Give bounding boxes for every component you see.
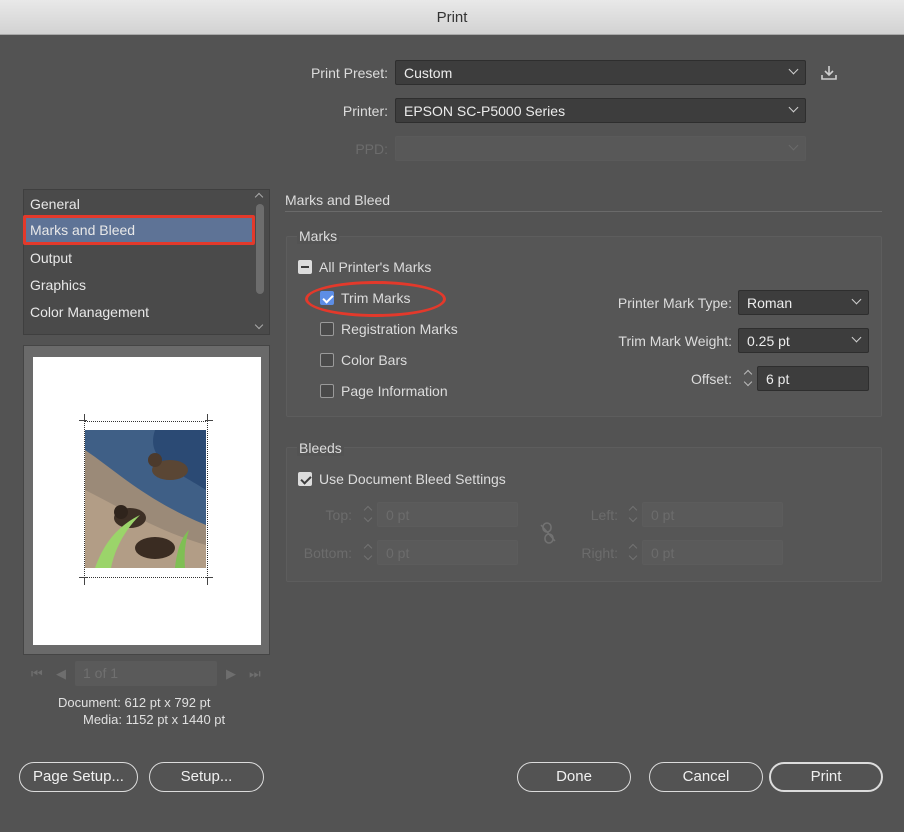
- all-printers-marks-checkbox[interactable]: [298, 260, 312, 274]
- print-button[interactable]: Print: [769, 762, 883, 792]
- trim-mark: [207, 577, 208, 585]
- section-divider: [285, 211, 882, 212]
- sidebar-item-graphics[interactable]: Graphics: [30, 277, 86, 293]
- bleed-left-field: 0 pt: [642, 502, 783, 527]
- last-page-icon: ⏭: [249, 666, 261, 681]
- bleeds-group-label: Bleeds: [297, 440, 344, 456]
- registration-marks-checkbox[interactable]: [320, 322, 334, 336]
- setup-button[interactable]: Setup...: [149, 762, 264, 792]
- document-size: Document: 612 pt x 792 pt: [58, 695, 211, 710]
- page-information-checkbox[interactable]: [320, 384, 334, 398]
- chevron-down-icon: [788, 102, 799, 113]
- chevron-down-icon: [851, 332, 862, 343]
- printer-value: EPSON SC-P5000 Series: [404, 103, 566, 119]
- color-bars-checkbox[interactable]: [320, 353, 334, 367]
- trim-mark: [79, 420, 87, 421]
- sidebar-item-output[interactable]: Output: [30, 250, 72, 266]
- print-dialog: Print Print Preset: Custom Printer: EPSO…: [0, 0, 904, 832]
- highlight-rectangle: [23, 215, 255, 245]
- category-list[interactable]: General Marks and Bleed Output Graphics …: [23, 189, 270, 335]
- page-information-label: Page Information: [341, 383, 448, 399]
- bleed-left-label: Left:: [590, 507, 618, 523]
- chevron-down-icon: [788, 64, 799, 75]
- print-preset-label: Print Preset:: [310, 65, 388, 81]
- print-preset-select[interactable]: Custom: [395, 60, 806, 85]
- section-title: Marks and Bleed: [285, 192, 391, 208]
- color-bars-label: Color Bars: [341, 352, 408, 368]
- use-document-bleed-label: Use Document Bleed Settings: [319, 471, 506, 487]
- sidebar-item-general[interactable]: General: [30, 196, 80, 212]
- bleed-right-stepper: [626, 540, 640, 565]
- window-title: Print: [436, 9, 468, 26]
- bleed-top-stepper: [361, 502, 375, 527]
- ppd-label: PPD:: [355, 141, 388, 157]
- bleed-right-field: 0 pt: [642, 540, 783, 565]
- offset-field[interactable]: 6 pt: [757, 366, 869, 391]
- preview-image: [85, 430, 206, 568]
- link-icon: [538, 521, 558, 545]
- printer-mark-type-value: Roman: [747, 295, 793, 311]
- bleed-bottom-stepper: [361, 540, 375, 565]
- trim-mark: [84, 577, 85, 585]
- sidebar-item-color-management[interactable]: Color Management: [30, 304, 149, 320]
- bleed-bottom-field: 0 pt: [377, 540, 518, 565]
- title-bar: Print: [0, 0, 904, 35]
- trim-mark: [207, 414, 208, 422]
- done-button[interactable]: Done: [517, 762, 631, 792]
- printer-mark-type-select[interactable]: Roman: [738, 290, 869, 315]
- bleed-top-field: 0 pt: [377, 502, 518, 527]
- printer-label: Printer:: [342, 103, 388, 119]
- chevron-down-icon: [788, 140, 799, 151]
- offset-stepper[interactable]: [741, 366, 755, 391]
- printer-select[interactable]: EPSON SC-P5000 Series: [395, 98, 806, 123]
- scroll-down-icon[interactable]: [254, 320, 264, 330]
- trim-mark: [84, 414, 85, 422]
- media-size: Media: 1152 pt x 1440 pt: [83, 712, 226, 727]
- trim-mark: [79, 577, 87, 578]
- print-preset-value: Custom: [404, 65, 453, 81]
- use-document-bleed-checkbox[interactable]: [298, 472, 312, 486]
- scroll-up-icon[interactable]: [254, 192, 264, 202]
- bleed-top-label: Top:: [325, 507, 352, 523]
- save-preset-icon[interactable]: [819, 63, 839, 83]
- page-setup-button[interactable]: Page Setup...: [19, 762, 138, 792]
- first-page-icon: ⏮: [31, 666, 43, 681]
- scroll-thumb[interactable]: [256, 204, 264, 294]
- highlight-ellipse: [305, 281, 446, 317]
- registration-marks-label: Registration Marks: [341, 321, 458, 337]
- category-scrollbar[interactable]: [253, 190, 267, 334]
- trim-mark-weight-select[interactable]: 0.25 pt: [738, 328, 869, 353]
- bleed-bottom-label: Bottom:: [303, 545, 352, 561]
- next-page-icon: ▶: [226, 666, 236, 681]
- prev-page-icon: ◀: [56, 666, 66, 681]
- bleed-left-stepper: [626, 502, 640, 527]
- chevron-down-icon: [851, 294, 862, 305]
- ppd-select: [395, 136, 806, 161]
- bleed-right-label: Right:: [581, 545, 618, 561]
- cancel-button[interactable]: Cancel: [649, 762, 763, 792]
- printer-mark-type-label: Printer Mark Type:: [617, 295, 732, 311]
- trim-mark-weight-value: 0.25 pt: [747, 333, 790, 349]
- page-number-field: 1 of 1: [75, 661, 217, 686]
- offset-label: Offset:: [691, 371, 732, 387]
- all-printers-marks-label: All Printer's Marks: [319, 259, 432, 275]
- marks-group-label: Marks: [297, 228, 340, 244]
- trim-mark-weight-label: Trim Mark Weight:: [618, 333, 732, 349]
